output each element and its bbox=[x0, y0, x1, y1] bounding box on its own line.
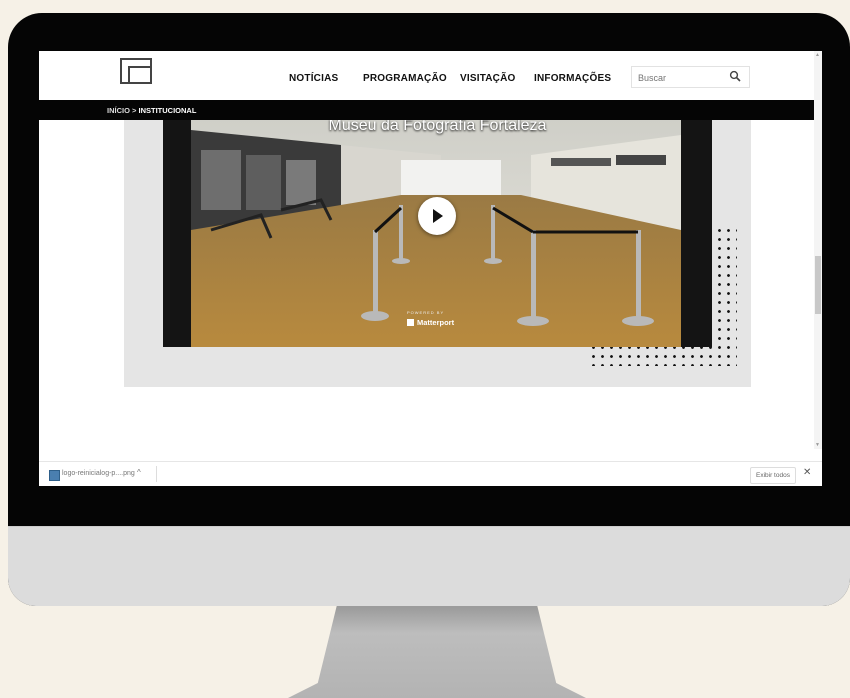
virtual-tour-video[interactable]: Museu da Fotografia Fortaleza POWERED BY… bbox=[163, 120, 712, 347]
breadcrumb-home[interactable]: INÍCIO bbox=[107, 106, 130, 115]
matterport-label: Matterport bbox=[417, 318, 455, 327]
video-title: Museu da Fotografia Fortaleza bbox=[328, 120, 547, 134]
play-button[interactable] bbox=[418, 197, 456, 235]
scrollbar-thumb[interactable] bbox=[815, 256, 821, 314]
divider bbox=[156, 466, 157, 482]
nav-informacoes[interactable]: INFORMAÇÕES bbox=[534, 73, 611, 84]
nav-noticias[interactable]: NOTÍCIAS bbox=[289, 73, 338, 84]
scroll-up-icon[interactable]: ▲ bbox=[815, 52, 820, 58]
image-file-icon bbox=[49, 470, 60, 481]
download-bar: logo-reinicialog-p....png ^ Exibir todos… bbox=[39, 461, 822, 486]
close-icon[interactable]: ✕ bbox=[803, 467, 811, 478]
site-logo[interactable] bbox=[120, 58, 152, 84]
search-icon[interactable] bbox=[729, 70, 741, 82]
browser-screen: NOTÍCIAS PROGRAMAÇÃO VISITAÇÃO INFORMAÇÕ… bbox=[39, 51, 822, 486]
chevron-up-icon[interactable]: ^ bbox=[137, 468, 141, 477]
breadcrumb: INÍCIO > INSTITUCIONAL bbox=[107, 106, 196, 115]
breadcrumb-separator: > bbox=[132, 106, 137, 115]
page-scrollbar[interactable]: ▲ ▼ bbox=[814, 51, 822, 449]
nav-visitacao[interactable]: VISITAÇÃO bbox=[460, 73, 516, 84]
monitor-stand bbox=[288, 598, 586, 698]
scroll-down-icon[interactable]: ▼ bbox=[815, 442, 820, 448]
search-input[interactable] bbox=[636, 70, 720, 86]
breadcrumb-current: INSTITUCIONAL bbox=[138, 106, 197, 115]
monitor: NOTÍCIAS PROGRAMAÇÃO VISITAÇÃO INFORMAÇÕ… bbox=[8, 13, 850, 606]
show-all-button[interactable]: Exibir todos bbox=[750, 467, 796, 484]
nav-programacao[interactable]: PROGRAMAÇÃO bbox=[363, 73, 447, 84]
breadcrumb-bar: INÍCIO > INSTITUCIONAL bbox=[39, 100, 814, 120]
monitor-chin bbox=[8, 526, 850, 606]
download-file-name[interactable]: logo-reinicialog-p....png bbox=[62, 470, 135, 477]
matterport-icon bbox=[407, 319, 414, 326]
matterport-logo[interactable]: Matterport bbox=[407, 318, 454, 327]
powered-by-label: POWERED BY bbox=[407, 310, 445, 315]
search-box bbox=[631, 66, 750, 88]
